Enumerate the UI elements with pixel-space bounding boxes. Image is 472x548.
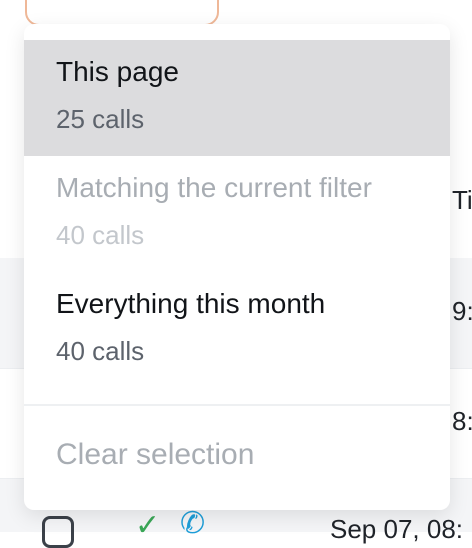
selection-dropdown-menu: This page 25 calls Matching the current … [24, 24, 450, 510]
menu-item-this-page[interactable]: This page 25 calls [24, 40, 450, 156]
row-checkbox-icon[interactable] [42, 516, 74, 548]
menu-item-matching-filter: Matching the current filter 40 calls [24, 156, 450, 272]
clear-selection-button: Clear selection [56, 438, 255, 471]
column-header-time: Ti [452, 185, 472, 215]
check-icon: ✓ [135, 509, 161, 542]
menu-item-title: Everything this month [56, 288, 326, 319]
phone-icon: ✆ [180, 507, 206, 540]
menu-item-count: 40 calls [56, 220, 145, 250]
menu-item-everything-this-month[interactable]: Everything this month 40 calls [24, 272, 450, 388]
menu-item-count: 25 calls [56, 104, 145, 134]
menu-item-title: Matching the current filter [56, 172, 372, 203]
row-time: 8: [452, 406, 472, 436]
row-time: 9: [452, 296, 472, 326]
menu-item-count: 40 calls [56, 336, 145, 366]
menu-divider [24, 404, 450, 406]
filter-button[interactable] [25, 0, 219, 26]
row-date: Sep 07, 08: [330, 514, 463, 544]
menu-item-title: This page [56, 56, 179, 87]
